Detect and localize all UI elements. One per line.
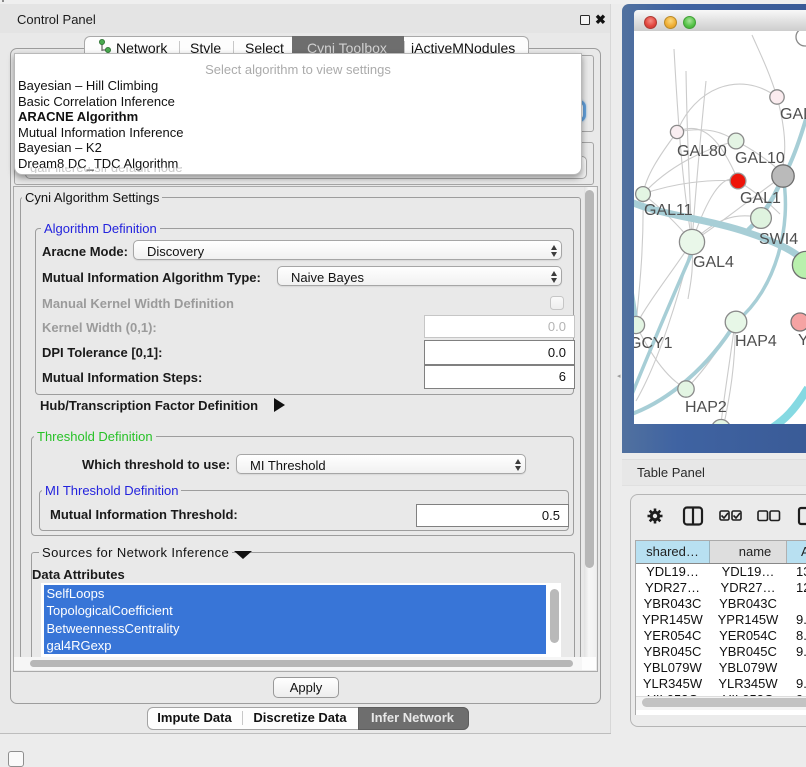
svg-text:GCY1: GCY1 <box>634 335 673 352</box>
svg-text:SWI4: SWI4 <box>759 231 798 248</box>
svg-text:GAL80: GAL80 <box>677 143 727 160</box>
svg-text:GAL: GAL <box>780 106 806 123</box>
svg-text:GAL1: GAL1 <box>740 190 781 207</box>
svg-text:GAL4: GAL4 <box>693 254 734 271</box>
svg-text:HAP4: HAP4 <box>735 333 777 350</box>
svg-text:Y: Y <box>798 332 806 349</box>
svg-text:HAP2: HAP2 <box>685 399 727 416</box>
svg-text:GAL10: GAL10 <box>735 150 785 167</box>
svg-text:GAL11: GAL11 <box>644 202 693 219</box>
